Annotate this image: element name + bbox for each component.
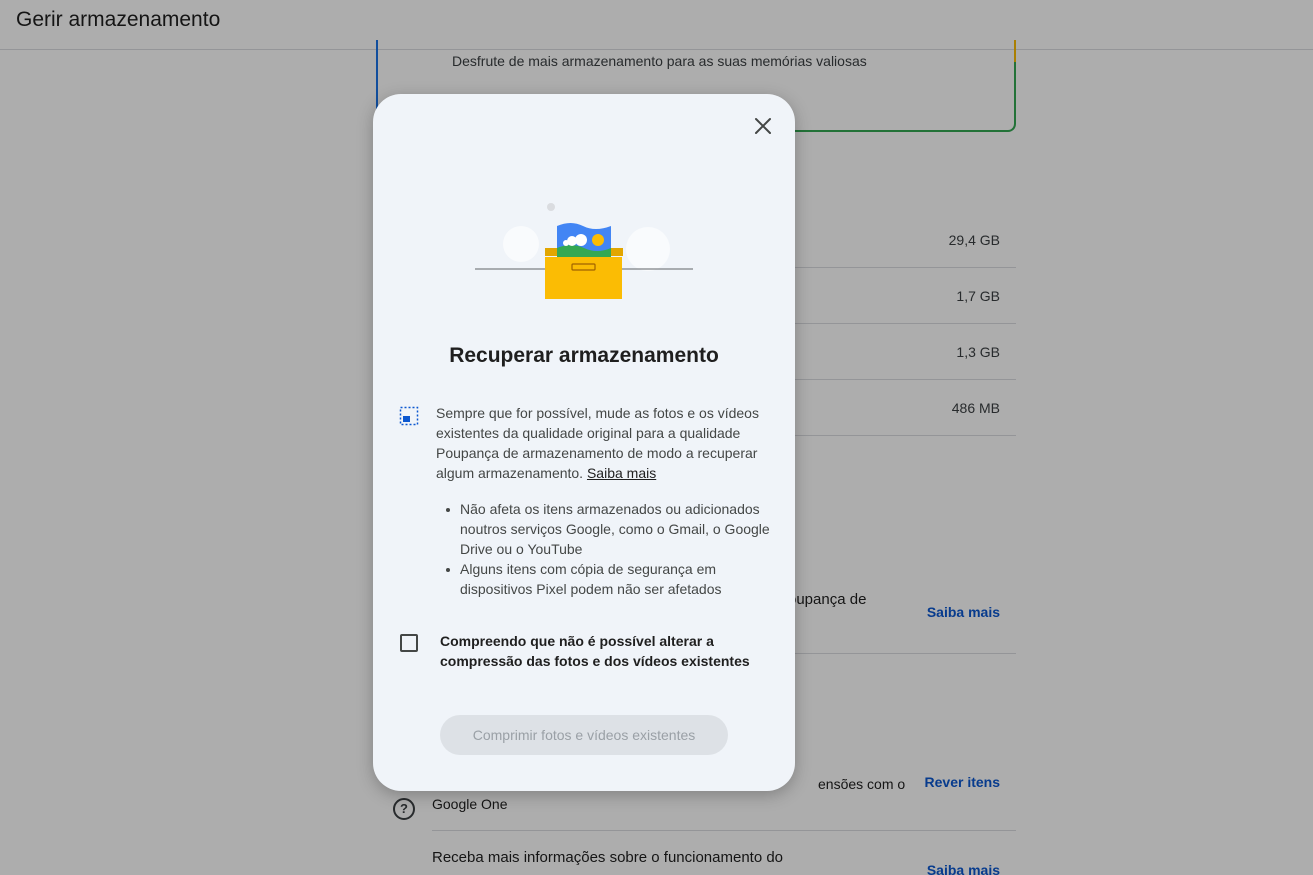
close-icon[interactable] [751,114,775,138]
dialog-bullets: Não afeta os itens armazenados ou adicio… [436,499,771,599]
confirm-checkbox-label[interactable]: Compreendo que não é possível alterar a … [440,631,770,671]
dialog-title: Recuperar armazenamento [449,344,719,367]
list-item: Não afeta os itens armazenados ou adicio… [436,499,771,559]
photo-compress-icon [399,406,419,426]
recover-storage-dialog: Recuperar armazenamento Sempre que for p… [373,94,795,791]
learn-more-link[interactable]: Saiba mais [587,465,656,481]
list-item: Alguns itens com cópia de segurança em d… [436,559,771,599]
compress-existing-button[interactable]: Comprimir fotos e vídeos existentes [440,715,728,755]
confirm-checkbox[interactable] [400,634,418,652]
photo-box-illustration [475,203,693,299]
dialog-description: Sempre que for possível, mude as fotos e… [436,405,759,481]
